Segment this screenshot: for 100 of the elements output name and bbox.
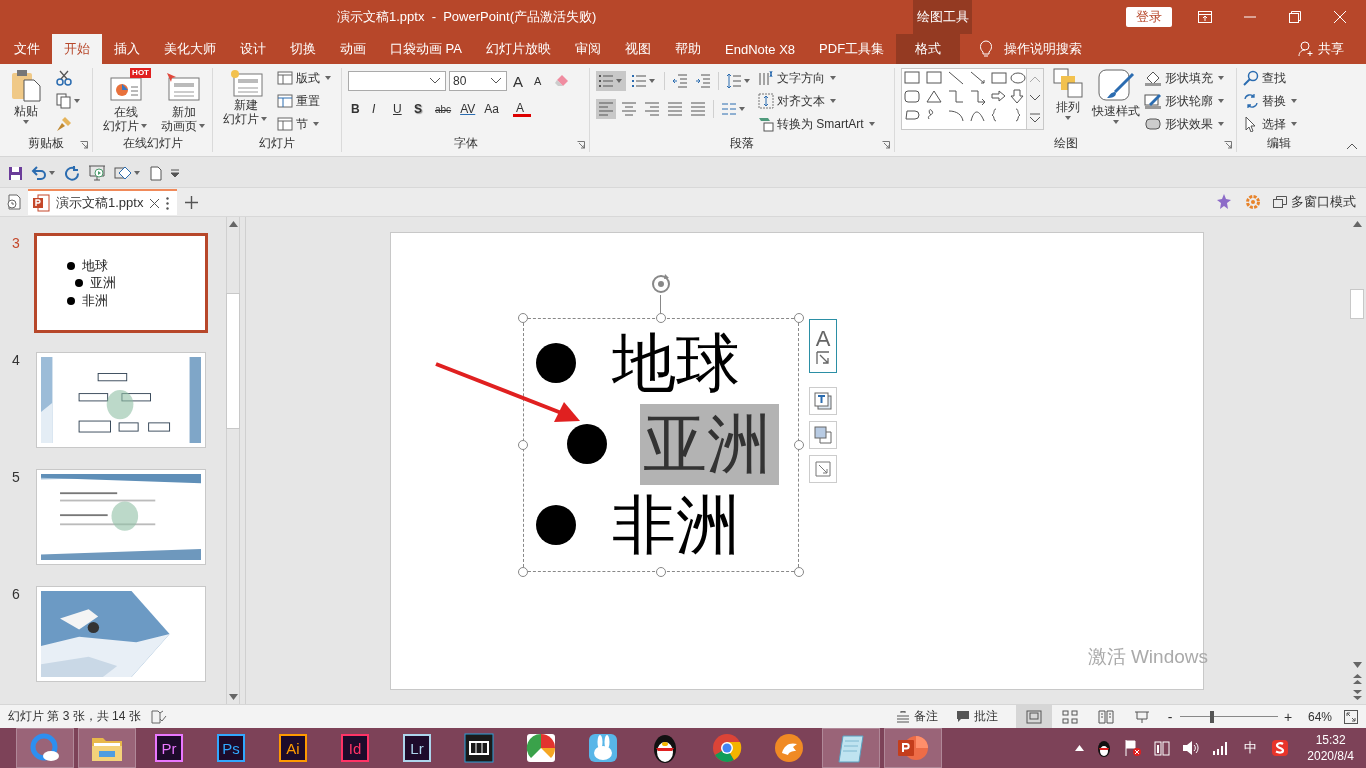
dialog-launcher-icon[interactable] bbox=[577, 141, 585, 149]
ribbon-tab[interactable]: 口袋动画 PA bbox=[378, 34, 474, 64]
ribbon-tab[interactable]: 设计 bbox=[228, 34, 278, 64]
text-box-button[interactable] bbox=[809, 386, 837, 415]
text-box[interactable]: 地球 亚洲 非洲 bbox=[523, 317, 799, 572]
previous-slide-icon[interactable] bbox=[1352, 674, 1362, 684]
scrollbar-thumb[interactable] bbox=[226, 293, 240, 429]
resize-handle[interactable] bbox=[518, 439, 528, 450]
flag-icon[interactable] bbox=[1124, 739, 1143, 757]
show-hidden-icons-icon[interactable] bbox=[1075, 745, 1085, 751]
taskbar-button[interactable]: Id bbox=[326, 728, 384, 768]
zoom-in-button[interactable]: + bbox=[1281, 708, 1294, 725]
document-tab[interactable]: 演示文稿1.pptx bbox=[28, 189, 178, 215]
proofing-icon[interactable] bbox=[150, 709, 167, 724]
ribbon-tab[interactable]: EndNote X8 bbox=[713, 34, 808, 64]
dialog-launcher-icon[interactable] bbox=[1224, 141, 1232, 149]
rotate-handle-icon[interactable] bbox=[650, 272, 672, 295]
quick-styles-button[interactable]: 快速样式 bbox=[1092, 68, 1140, 126]
resize-handle[interactable] bbox=[794, 439, 804, 450]
bold-button[interactable]: B bbox=[348, 99, 366, 119]
reset-button[interactable]: 重置 bbox=[277, 91, 333, 111]
align-text-button[interactable]: 对齐文本 bbox=[758, 91, 877, 111]
increase-indent-button[interactable] bbox=[693, 71, 713, 91]
resize-handle[interactable] bbox=[794, 566, 804, 577]
shape-gallery[interactable] bbox=[901, 68, 1044, 130]
underline-button[interactable]: U bbox=[390, 99, 408, 119]
penguin-icon[interactable] bbox=[1096, 739, 1113, 757]
scroll-down-icon[interactable] bbox=[228, 694, 238, 700]
taskbar-button[interactable]: Pr bbox=[140, 728, 198, 768]
fit-to-window-icon[interactable] bbox=[1344, 709, 1358, 724]
ribbon-tab[interactable]: 审阅 bbox=[563, 34, 613, 64]
multi-window-button[interactable]: 多窗口模式 bbox=[1273, 193, 1356, 211]
ribbon-tab[interactable]: 帮助 bbox=[663, 34, 713, 64]
ribbon-tab[interactable]: 视图 bbox=[613, 34, 663, 64]
ribbon-tab[interactable]: 幻灯片放映 bbox=[474, 34, 563, 64]
zoom-slider-thumb[interactable] bbox=[1210, 710, 1215, 723]
ribbon-tab[interactable]: 美化大师 bbox=[152, 34, 228, 64]
scrollbar-thumb[interactable] bbox=[1350, 289, 1364, 319]
ribbon-tab[interactable]: 动画 bbox=[328, 34, 378, 64]
scroll-up-icon[interactable] bbox=[228, 221, 238, 227]
strikethrough-button[interactable]: abc bbox=[432, 99, 455, 119]
next-slide-icon[interactable] bbox=[1352, 690, 1362, 700]
arrange-button[interactable]: 排列 bbox=[1048, 68, 1088, 122]
ribbon-tab[interactable]: 切换 bbox=[278, 34, 328, 64]
normal-view-button[interactable] bbox=[1015, 705, 1052, 728]
ribbon-tab[interactable]: PDF工具集 bbox=[807, 34, 897, 64]
present-button[interactable] bbox=[88, 162, 106, 184]
ribbon-tab[interactable]: 插入 bbox=[102, 34, 152, 64]
taskbar-button[interactable]: Ai bbox=[264, 728, 322, 768]
dialog-launcher-icon[interactable] bbox=[882, 141, 890, 149]
resize-handle[interactable] bbox=[518, 566, 528, 577]
scroll-down-icon[interactable] bbox=[1352, 662, 1362, 668]
italic-button[interactable]: I bbox=[369, 99, 387, 119]
tell-me-search[interactable]: 操作说明搜索 bbox=[1004, 40, 1083, 58]
change-case-button[interactable]: Aa bbox=[481, 99, 502, 119]
decrease-indent-button[interactable] bbox=[670, 71, 690, 91]
collapse-ribbon-icon[interactable] bbox=[1346, 142, 1358, 150]
shape-styles-button[interactable]: A bbox=[809, 318, 837, 373]
slide-thumbnail[interactable]: 地球 亚洲 非洲 bbox=[34, 233, 208, 333]
layout-button[interactable]: 版式 bbox=[277, 68, 333, 88]
online-slides-button[interactable]: HOT 在线 幻灯片 bbox=[99, 68, 153, 133]
more-icon[interactable] bbox=[166, 196, 170, 210]
comments-button[interactable]: 批注 bbox=[955, 708, 998, 725]
shape-effects-button[interactable]: 形状效果 bbox=[1144, 114, 1226, 134]
align-right-button[interactable] bbox=[642, 99, 662, 119]
justify-button[interactable] bbox=[665, 99, 685, 119]
add-icon[interactable] bbox=[185, 195, 199, 209]
scroll-up-icon[interactable] bbox=[1352, 221, 1362, 227]
taskbar-button[interactable]: Lr bbox=[388, 728, 446, 768]
replace-button[interactable]: 替换 bbox=[1243, 91, 1299, 111]
zoom-out-button[interactable]: - bbox=[1163, 708, 1176, 725]
shadow-button[interactable]: S bbox=[411, 99, 429, 119]
shape-fill-button[interactable]: 形状填充 bbox=[1144, 68, 1226, 88]
ribbon-tab[interactable]: 文件 bbox=[2, 34, 52, 64]
input-method-indicator[interactable]: 中 bbox=[1244, 739, 1258, 757]
login-button[interactable]: 登录 bbox=[1126, 7, 1172, 27]
font-color-button[interactable]: A bbox=[512, 101, 531, 117]
new-slide-button[interactable]: 新建 幻灯片 bbox=[219, 68, 273, 126]
clock-time[interactable]: 15:32 bbox=[1315, 732, 1346, 748]
gear-icon[interactable] bbox=[1245, 194, 1261, 210]
speaker-icon[interactable] bbox=[1182, 740, 1201, 756]
bullets-button[interactable] bbox=[596, 71, 626, 91]
dialog-launcher-icon[interactable] bbox=[80, 141, 88, 149]
clock-date[interactable]: 2020/8/4 bbox=[1307, 748, 1354, 764]
align-center-button[interactable] bbox=[619, 99, 639, 119]
shape-outline-button[interactable]: 形状轮廓 bbox=[1144, 91, 1226, 111]
font-name-field[interactable] bbox=[348, 71, 446, 91]
paste-button[interactable]: 粘贴 bbox=[6, 68, 46, 126]
smartart-button[interactable]: 转换为 SmartArt bbox=[758, 114, 877, 134]
resize-handle[interactable] bbox=[518, 312, 528, 323]
taskbar-button[interactable]: Ps bbox=[202, 728, 260, 768]
battery-icon[interactable] bbox=[1154, 739, 1171, 757]
close-icon[interactable] bbox=[149, 197, 161, 209]
notes-button[interactable]: 备注 bbox=[895, 708, 938, 725]
resize-handle[interactable] bbox=[656, 566, 666, 577]
sparkle-icon[interactable] bbox=[1215, 193, 1233, 211]
text-direction-button[interactable]: 文字方向 bbox=[758, 68, 877, 88]
font-size-field[interactable]: 80 bbox=[449, 71, 507, 91]
spacing-button[interactable]: AV bbox=[457, 99, 479, 119]
section-button[interactable]: 节 bbox=[277, 114, 333, 134]
